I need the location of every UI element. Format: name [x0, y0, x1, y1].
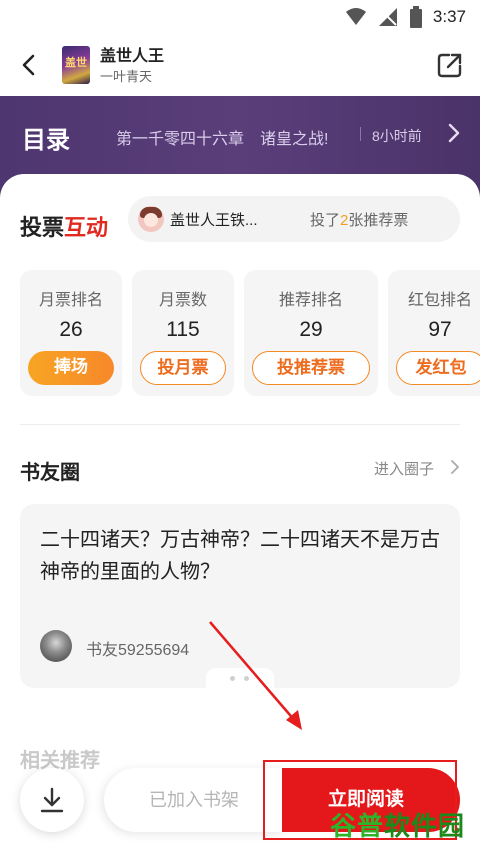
- vote-title-black: 投票: [20, 215, 65, 240]
- avatar[interactable]: [40, 630, 72, 662]
- vote-section-title: 投票互动: [20, 210, 108, 242]
- circle-post-card[interactable]: 二十四诸天？万古神帝？二十四诸天不是万古神帝的里面的人物？ 书友59255694: [20, 504, 460, 688]
- fan-name: 盖世人王铁...: [170, 212, 258, 229]
- divider: [360, 127, 361, 141]
- carousel-dot: [230, 676, 235, 681]
- download-button[interactable]: [20, 768, 84, 832]
- chevron-right-icon[interactable]: [446, 122, 462, 144]
- fan-vote-text: 投了2张推荐票: [310, 209, 408, 230]
- stat-value: 115: [166, 318, 200, 341]
- fan-avatar: [138, 206, 164, 232]
- stat-redpacket-rank: 红包排名 97 发红包: [388, 270, 480, 396]
- book-title: 盖世人王: [100, 48, 165, 65]
- stat-value: 26: [59, 318, 83, 341]
- app-header: 盖世 盖世人王 一叶青天: [0, 34, 480, 96]
- fan-vote-suffix: 张推荐票: [348, 212, 409, 229]
- content-card: 投票互动 盖世人王铁... 投了2张推荐票 月票排名 26 捧场 月票数 115…: [0, 174, 480, 853]
- vote-recommend-button[interactable]: 投推荐票: [252, 351, 370, 385]
- watermark-part1: 谷普: [330, 811, 385, 841]
- added-to-shelf-button[interactable]: 已加入书架: [104, 768, 284, 832]
- stat-label: 推荐排名: [278, 292, 343, 309]
- stat-label: 月票排名: [38, 292, 103, 309]
- cheer-button[interactable]: 捧场: [28, 351, 114, 385]
- stat-value: 29: [299, 318, 323, 341]
- fan-vote-prefix: 投了: [310, 212, 341, 229]
- fan-vote-pill[interactable]: 盖世人王铁... 投了2张推荐票: [128, 196, 460, 242]
- signal-icon: [378, 8, 397, 26]
- updated-time: 8小时前: [372, 128, 422, 144]
- stat-value: 97: [428, 318, 452, 341]
- cover-text: 盖世: [65, 57, 87, 69]
- enter-circle-link[interactable]: 进入圈子: [374, 458, 434, 479]
- send-redpacket-button[interactable]: 发红包: [396, 351, 480, 385]
- carousel-dot: [244, 676, 249, 681]
- post-text: 二十四诸天？万古神帝？二十四诸天不是万古神帝的里面的人物？: [40, 529, 440, 583]
- chevron-right-icon[interactable]: [449, 459, 461, 475]
- watermark: 谷普软件园: [330, 806, 465, 843]
- status-icons: 3:37: [345, 6, 466, 28]
- section-divider: [20, 424, 460, 425]
- stat-monthly-rank: 月票排名 26 捧场: [20, 270, 122, 396]
- book-circle-title: 书友圈: [20, 462, 80, 484]
- download-icon: [40, 787, 64, 813]
- vote-monthly-button[interactable]: 投月票: [140, 351, 226, 385]
- back-button[interactable]: [14, 50, 44, 80]
- toc-title[interactable]: 目录: [22, 120, 70, 155]
- stat-label: 红包排名: [407, 292, 472, 309]
- book-author[interactable]: 一叶青天: [100, 66, 152, 85]
- share-icon[interactable]: [436, 51, 464, 79]
- status-bar: 3:37: [0, 0, 480, 34]
- carousel-indicator: [206, 668, 274, 688]
- stat-recommend-rank: 推荐排名 29 投推荐票: [244, 270, 378, 396]
- status-time: 3:37: [432, 7, 466, 26]
- post-username[interactable]: 书友59255694: [86, 636, 189, 660]
- latest-chapter[interactable]: 第一千零四十六章 诸皇之战!: [116, 125, 328, 149]
- vote-title-red: 互动: [64, 215, 109, 240]
- watermark-part2: 软件园: [384, 811, 466, 841]
- stat-monthly-votes: 月票数 115 投月票: [132, 270, 234, 396]
- wifi-icon: [345, 8, 366, 25]
- book-cover[interactable]: 盖世: [62, 46, 90, 84]
- stat-label: 月票数: [158, 292, 207, 309]
- battery-icon: [409, 6, 422, 28]
